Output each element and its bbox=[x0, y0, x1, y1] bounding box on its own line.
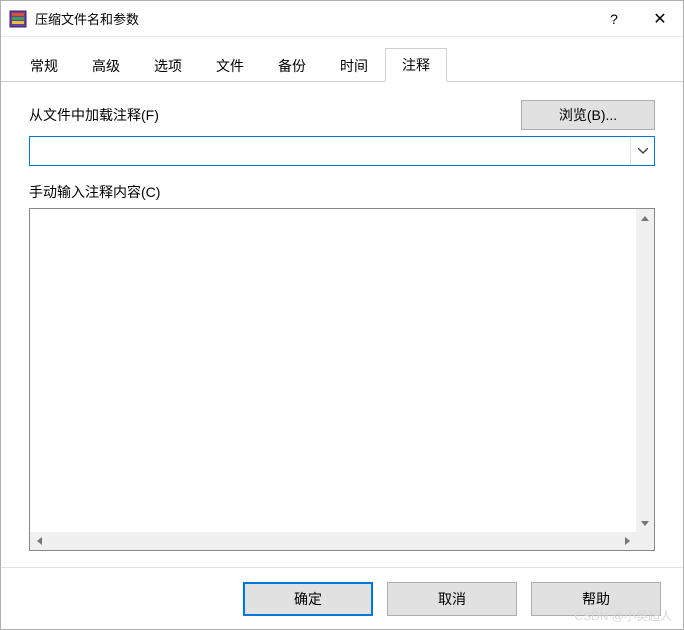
file-path-combobox[interactable] bbox=[29, 136, 655, 166]
tab-label: 时间 bbox=[340, 58, 368, 74]
tab-comment[interactable]: 注释 bbox=[385, 48, 447, 82]
vertical-scrollbar[interactable] bbox=[636, 209, 654, 532]
tab-label: 高级 bbox=[92, 58, 120, 74]
dialog-footer: 确定 取消 帮助 bbox=[1, 567, 683, 629]
tab-time[interactable]: 时间 bbox=[323, 49, 385, 82]
scroll-down-icon[interactable] bbox=[636, 514, 654, 532]
load-from-file-label: 从文件中加载注释(F) bbox=[29, 105, 159, 125]
tab-label: 文件 bbox=[216, 58, 244, 74]
scroll-up-icon[interactable] bbox=[636, 209, 654, 227]
tab-content: 从文件中加载注释(F) 浏览(B)... 手动输入注释内容(C) bbox=[1, 82, 683, 567]
scroll-right-icon[interactable] bbox=[618, 532, 636, 550]
tab-files[interactable]: 文件 bbox=[199, 49, 261, 82]
tab-advanced[interactable]: 高级 bbox=[75, 49, 137, 82]
help-button[interactable]: ? bbox=[591, 1, 637, 37]
tab-backup[interactable]: 备份 bbox=[261, 49, 323, 82]
tab-label: 常规 bbox=[30, 58, 58, 74]
ok-button[interactable]: 确定 bbox=[243, 582, 373, 616]
cancel-button[interactable]: 取消 bbox=[387, 582, 517, 616]
manual-input-label: 手动输入注释内容(C) bbox=[29, 182, 655, 202]
tab-label: 选项 bbox=[154, 58, 182, 74]
tab-label: 备份 bbox=[278, 58, 306, 74]
window-title: 压缩文件名和参数 bbox=[35, 9, 591, 28]
horizontal-scrollbar[interactable] bbox=[30, 532, 636, 550]
close-button[interactable]: ✕ bbox=[637, 1, 683, 37]
row-load-from-file: 从文件中加载注释(F) 浏览(B)... bbox=[29, 100, 655, 130]
file-path-input[interactable] bbox=[30, 137, 630, 165]
app-icon bbox=[9, 10, 27, 28]
help-button-footer[interactable]: 帮助 bbox=[531, 582, 661, 616]
comment-textarea-wrap bbox=[29, 208, 655, 551]
tab-bar: 常规 高级 选项 文件 备份 时间 注释 bbox=[1, 37, 683, 82]
tab-general[interactable]: 常规 bbox=[13, 49, 75, 82]
tab-label: 注释 bbox=[402, 57, 430, 73]
chevron-down-icon[interactable] bbox=[630, 137, 654, 165]
comment-textarea[interactable] bbox=[30, 209, 654, 550]
dialog-window: 压缩文件名和参数 ? ✕ 常规 高级 选项 文件 备份 时间 注释 从文件中加载… bbox=[0, 0, 684, 630]
titlebar: 压缩文件名和参数 ? ✕ bbox=[1, 1, 683, 37]
scroll-left-icon[interactable] bbox=[30, 532, 48, 550]
tab-options[interactable]: 选项 bbox=[137, 49, 199, 82]
browse-button[interactable]: 浏览(B)... bbox=[521, 100, 655, 130]
scroll-corner bbox=[636, 532, 654, 550]
